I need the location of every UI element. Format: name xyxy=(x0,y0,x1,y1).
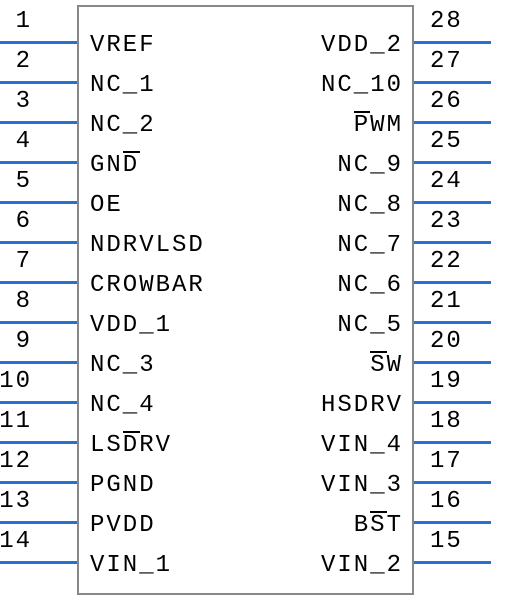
pin-number: 25 xyxy=(430,128,463,155)
pin-14: 14 xyxy=(0,524,77,564)
pin-1: 1 xyxy=(0,4,77,44)
pin-21: 21 xyxy=(414,284,528,324)
pin-label-9: NC_3 xyxy=(90,352,156,379)
pin-label-15: VIN_2 xyxy=(321,552,403,579)
pin-25: 25 xyxy=(414,124,528,164)
pin-number: 26 xyxy=(430,88,463,115)
pin-label-3: NC_2 xyxy=(90,112,156,139)
pin-label-8: VDD_1 xyxy=(90,312,172,339)
pin-label-28: VDD_2 xyxy=(321,32,403,59)
pin-label-25: NC_9 xyxy=(337,152,403,179)
pin-number: 28 xyxy=(430,8,463,35)
pin-label-20: SW xyxy=(370,352,403,379)
overline xyxy=(354,111,371,113)
pin-9: 9 xyxy=(0,324,77,364)
pin-6: 6 xyxy=(0,204,77,244)
pin-number: 12 xyxy=(0,448,32,475)
pin-number: 16 xyxy=(430,488,463,515)
pin-label-16: BST xyxy=(354,512,403,539)
pin-label-26: PWM xyxy=(354,112,403,139)
overline xyxy=(370,351,387,353)
pin-18: 18 xyxy=(414,404,528,444)
pin-label-10: NC_4 xyxy=(90,392,156,419)
pin-10: 10 xyxy=(0,364,77,404)
pin-13: 13 xyxy=(0,484,77,524)
pin-2: 2 xyxy=(0,44,77,84)
pin-label-14: VIN_1 xyxy=(90,552,172,579)
pin-label-19: HSDRV xyxy=(321,392,403,419)
pin-number: 3 xyxy=(16,88,32,115)
pin-label-23: NC_7 xyxy=(337,232,403,259)
pin-12: 12 xyxy=(0,444,77,484)
pin-label-13: PVDD xyxy=(90,512,156,539)
pin-number: 13 xyxy=(0,488,32,515)
pin-number: 14 xyxy=(0,528,32,555)
pin-20: 20 xyxy=(414,324,528,364)
pin-label-21: NC_5 xyxy=(337,312,403,339)
pin-number: 9 xyxy=(16,328,32,355)
pin-5: 5 xyxy=(0,164,77,204)
pin-label-24: NC_8 xyxy=(337,192,403,219)
pin-number: 11 xyxy=(0,408,32,435)
pin-label-22: NC_6 xyxy=(337,272,403,299)
pin-22: 22 xyxy=(414,244,528,284)
pin-number: 20 xyxy=(430,328,463,355)
pin-label-7: CROWBAR xyxy=(90,272,205,299)
pin-number: 17 xyxy=(430,448,463,475)
pin-label-6: NDRVLSD xyxy=(90,232,205,259)
pin-number: 4 xyxy=(16,128,32,155)
pin-27: 27 xyxy=(414,44,528,84)
pin-label-1: VREF xyxy=(90,32,156,59)
pin-number: 23 xyxy=(430,208,463,235)
pin-label-2: NC_1 xyxy=(90,72,156,99)
pin-label-11: LSDRV xyxy=(90,432,172,459)
pin-label-12: PGND xyxy=(90,472,156,499)
pin-23: 23 xyxy=(414,204,528,244)
pin-label-5: OE xyxy=(90,192,123,219)
pin-15: 15 xyxy=(414,524,528,564)
pin-label-18: VIN_4 xyxy=(321,432,403,459)
pin-number: 8 xyxy=(16,288,32,315)
pin-number: 10 xyxy=(0,368,32,395)
pin-number: 18 xyxy=(430,408,463,435)
pin-17: 17 xyxy=(414,444,528,484)
pin-number: 7 xyxy=(16,248,32,275)
pin-number: 1 xyxy=(16,8,32,35)
pin-number: 6 xyxy=(16,208,32,235)
pin-label-17: VIN_3 xyxy=(321,472,403,499)
pin-number: 5 xyxy=(16,168,32,195)
pin-number: 19 xyxy=(430,368,463,395)
pin-7: 7 xyxy=(0,244,77,284)
pin-24: 24 xyxy=(414,164,528,204)
pin-number: 21 xyxy=(430,288,463,315)
pin-16: 16 xyxy=(414,484,528,524)
pin-label-27: NC_10 xyxy=(321,72,403,99)
overline xyxy=(370,511,387,513)
pin-3: 3 xyxy=(0,84,77,124)
pinout-diagram: 1 VREF 2 NC_1 3 NC_2 4 GND 5 OE 6 NDRVLSD 7 CROWBAR 8 V… xyxy=(0,0,528,612)
overline xyxy=(123,431,140,433)
pin-number: 27 xyxy=(430,48,463,75)
pin-4: 4 xyxy=(0,124,77,164)
pin-26: 26 xyxy=(414,84,528,124)
pin-lead xyxy=(414,561,491,564)
pin-11: 11 xyxy=(0,404,77,444)
pin-number: 15 xyxy=(430,528,463,555)
pin-number: 2 xyxy=(16,48,32,75)
pin-8: 8 xyxy=(0,284,77,324)
overline xyxy=(123,151,140,153)
pin-19: 19 xyxy=(414,364,528,404)
pin-number: 24 xyxy=(430,168,463,195)
pin-number: 22 xyxy=(430,248,463,275)
pin-28: 28 xyxy=(414,4,528,44)
pin-label-4: GND xyxy=(90,152,139,179)
pin-lead xyxy=(0,561,77,564)
